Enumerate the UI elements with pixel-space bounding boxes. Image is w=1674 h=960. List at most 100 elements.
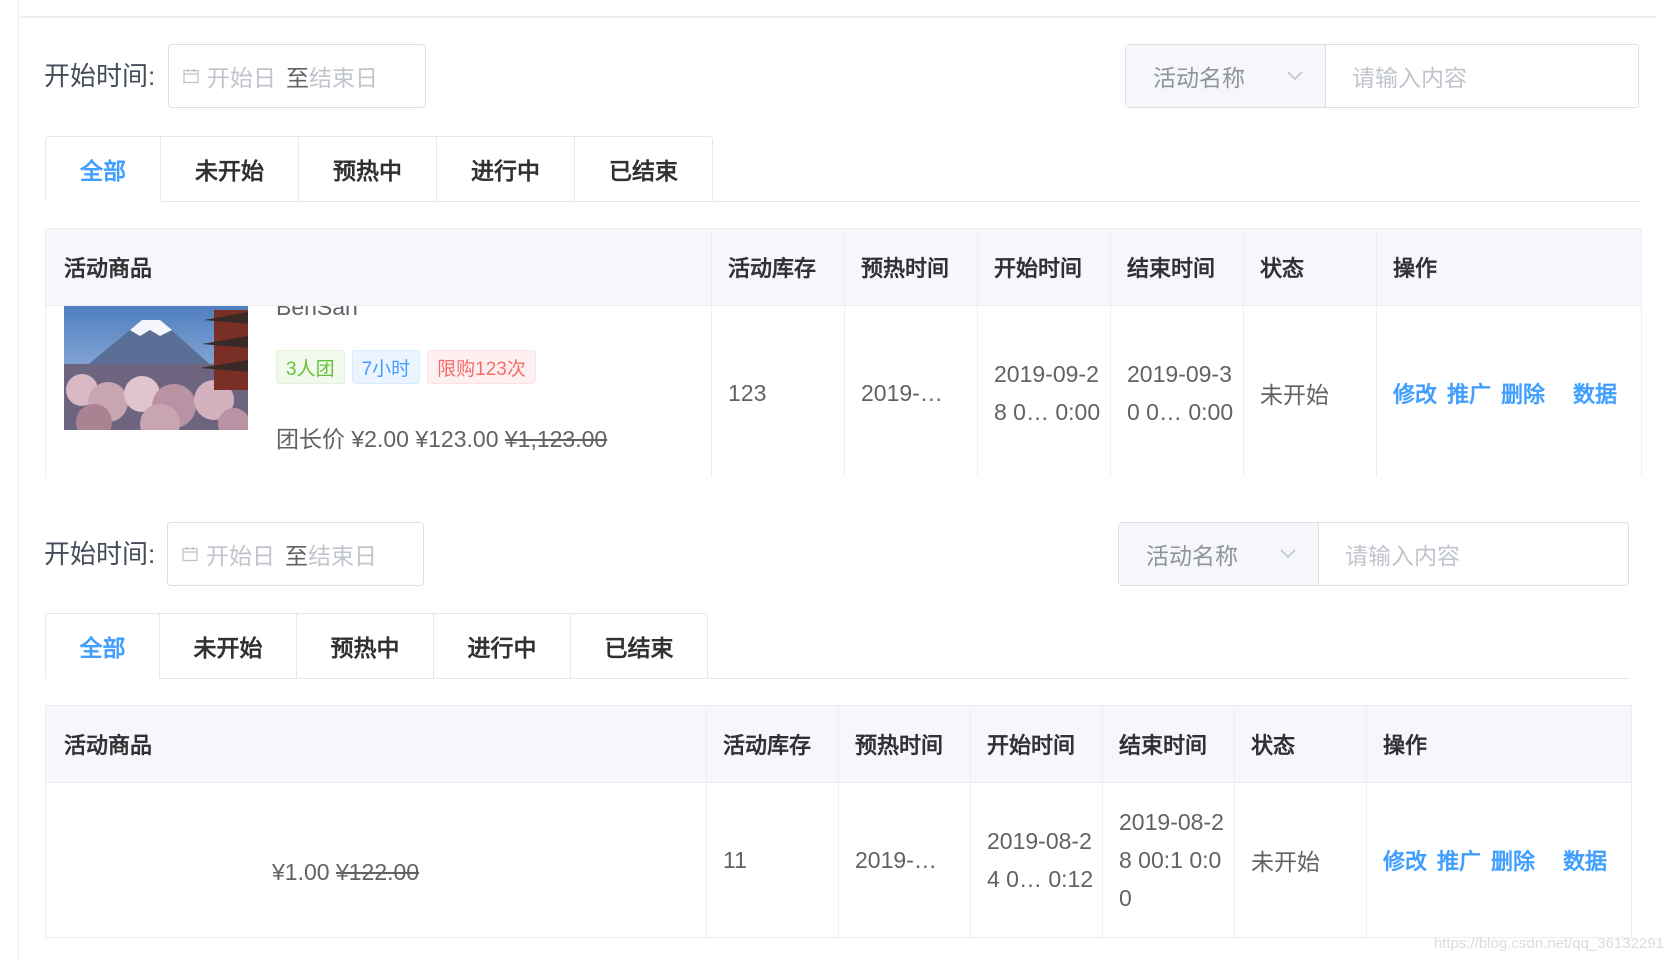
- price-original: ¥122.00: [335, 859, 420, 885]
- row-actions: 修改 推广 删除 数据: [1393, 377, 1641, 409]
- top-divider: [20, 16, 1656, 18]
- delete-button[interactable]: 删除: [1501, 377, 1545, 409]
- delete-button[interactable]: 删除: [1491, 844, 1535, 876]
- start-time-label: 开始时间:: [44, 61, 156, 91]
- cell-start-time: 2019-09-28 0… 0:00: [977, 305, 1111, 481]
- search-group: 活动名称 请输入内容: [1118, 522, 1629, 586]
- product-cell: BenSan 3人团 7小时 限购123次 团长价 ¥2.00 ¥123.00 …: [45, 305, 712, 481]
- table-row: BenSan 3人团 7小时 限购123次 团长价 ¥2.00 ¥123.00 …: [45, 305, 1642, 481]
- tab-all[interactable]: 全部: [45, 136, 161, 202]
- cell-actions: 修改 推广 删除 数据: [1376, 305, 1642, 481]
- price-prefix: 团长价: [276, 426, 345, 452]
- tab-not-started[interactable]: 未开始: [161, 136, 299, 202]
- status-tabs: 全部 未开始 预热中 进行中 已结束: [45, 136, 713, 202]
- search-group: 活动名称 请输入内容: [1125, 44, 1639, 108]
- table-header-row: 活动商品 活动库存 预热时间 开始时间 结束时间 状态 操作: [45, 705, 1632, 783]
- start-date-input[interactable]: 开始日: [206, 537, 275, 571]
- col-start: 开始时间: [977, 228, 1111, 306]
- col-preheat: 预热时间: [844, 228, 978, 306]
- tab-not-started[interactable]: 未开始: [160, 613, 297, 679]
- left-divider: [18, 477, 19, 960]
- cell-end-time: 2019-08-28 00:1 0:00: [1102, 782, 1235, 938]
- calendar-icon: [183, 69, 199, 84]
- tab-ended[interactable]: 已结束: [575, 136, 713, 202]
- search-type-select[interactable]: 活动名称: [1119, 523, 1319, 585]
- col-status: 状态: [1234, 705, 1367, 783]
- activity-table: 活动商品 活动库存 预热时间 开始时间 结束时间 状态 操作 BenSan 3人…: [45, 228, 1642, 481]
- col-stock: 活动库存: [706, 705, 839, 783]
- col-preheat: 预热时间: [838, 705, 971, 783]
- cell-preheat: 2019-…: [838, 782, 971, 938]
- col-actions: 操作: [1376, 228, 1642, 306]
- range-separator: 至: [285, 543, 308, 569]
- cell-stock: 11: [706, 782, 839, 938]
- price-group: ¥1.00: [272, 859, 330, 885]
- product-thumbnail: [64, 306, 248, 430]
- calendar-icon: [182, 547, 198, 562]
- chevron-down-icon: [1287, 71, 1303, 81]
- cell-preheat: 2019-…: [844, 305, 978, 481]
- tag-purchase-limit: 限购123次: [427, 350, 536, 384]
- start-time-label: 开始时间:: [44, 539, 156, 569]
- tab-preheating[interactable]: 预热中: [299, 136, 437, 202]
- product-tags: 3人团 7小时 限购123次: [276, 350, 536, 384]
- cell-stock: 123: [711, 305, 845, 481]
- tag-group-size: 3人团: [276, 350, 345, 384]
- activity-panel-2: 开始时间: 开始日 至 结束日 活动名称 请输入内容 全部 未开始 预热中 进行…: [0, 477, 1674, 960]
- date-range-picker[interactable]: 开始日 至 结束日: [168, 44, 426, 108]
- table-row: ¥1.00 ¥122.00 11 2019-… 2019-08-24 0… 0:…: [45, 782, 1632, 938]
- data-button[interactable]: 数据: [1563, 844, 1607, 876]
- product-cell: ¥1.00 ¥122.00: [45, 782, 707, 938]
- range-separator: 至: [286, 65, 309, 91]
- tab-baseline: [713, 201, 1640, 202]
- cell-actions: 修改 推广 删除 数据: [1366, 782, 1632, 938]
- search-type-select[interactable]: 活动名称: [1126, 45, 1326, 107]
- col-start: 开始时间: [970, 705, 1103, 783]
- table-header-row: 活动商品 活动库存 预热时间 开始时间 结束时间 状态 操作: [45, 228, 1642, 306]
- start-date-input[interactable]: 开始日: [207, 59, 276, 93]
- status-tabs: 全部 未开始 预热中 进行中 已结束: [45, 613, 708, 679]
- cell-status: 未开始: [1234, 782, 1367, 938]
- cell-start-time: 2019-08-24 0… 0:12: [970, 782, 1103, 938]
- tab-preheating[interactable]: 预热中: [297, 613, 434, 679]
- cell-end-time: 2019-09-30 0… 0:00: [1110, 305, 1244, 481]
- product-name: BenSan: [276, 305, 358, 321]
- cell-status: 未开始: [1243, 305, 1377, 481]
- price-original: ¥1,123.00: [504, 426, 608, 452]
- col-end: 结束时间: [1110, 228, 1244, 306]
- end-date-input[interactable]: 结束日: [308, 537, 377, 571]
- left-divider: [18, 0, 19, 495]
- edit-button[interactable]: 修改: [1393, 377, 1437, 409]
- col-end: 结束时间: [1102, 705, 1235, 783]
- price-line: 团长价 ¥2.00 ¥123.00 ¥1,123.00: [276, 420, 607, 454]
- price-leader: ¥2.00: [351, 426, 409, 452]
- tab-in-progress[interactable]: 进行中: [434, 613, 571, 679]
- tab-in-progress[interactable]: 进行中: [437, 136, 575, 202]
- col-product: 活动商品: [45, 705, 707, 783]
- row-actions: 修改 推广 删除 数据: [1383, 844, 1631, 876]
- col-product: 活动商品: [45, 228, 712, 306]
- col-actions: 操作: [1366, 705, 1632, 783]
- end-date-input[interactable]: 结束日: [309, 59, 378, 93]
- col-stock: 活动库存: [711, 228, 845, 306]
- data-button[interactable]: 数据: [1573, 377, 1617, 409]
- tag-duration: 7小时: [351, 350, 421, 384]
- chevron-down-icon: [1280, 549, 1296, 559]
- edit-button[interactable]: 修改: [1383, 844, 1427, 876]
- search-type-value: 活动名称: [1146, 543, 1238, 569]
- activity-panel-1: 开始时间: 开始日 至 结束日 活动名称 请输入内容 全部 未开始 预热中 进行…: [0, 0, 1674, 495]
- price-line: ¥1.00 ¥122.00: [272, 859, 419, 886]
- tab-ended[interactable]: 已结束: [571, 613, 708, 679]
- price-group: ¥123.00: [415, 426, 499, 452]
- watermark: https://blog.csdn.net/qq_36132291: [1433, 935, 1664, 952]
- search-type-value: 活动名称: [1153, 65, 1245, 91]
- promote-button[interactable]: 推广: [1437, 844, 1481, 876]
- activity-table: 活动商品 活动库存 预热时间 开始时间 结束时间 状态 操作 ¥1.00 ¥12…: [45, 705, 1632, 938]
- tab-baseline: [708, 678, 1630, 679]
- promote-button[interactable]: 推广: [1447, 377, 1491, 409]
- tab-all[interactable]: 全部: [45, 613, 160, 679]
- col-status: 状态: [1243, 228, 1377, 306]
- date-range-picker[interactable]: 开始日 至 结束日: [167, 522, 424, 586]
- search-input[interactable]: 请输入内容: [1319, 523, 1628, 585]
- search-input[interactable]: 请输入内容: [1326, 45, 1638, 107]
